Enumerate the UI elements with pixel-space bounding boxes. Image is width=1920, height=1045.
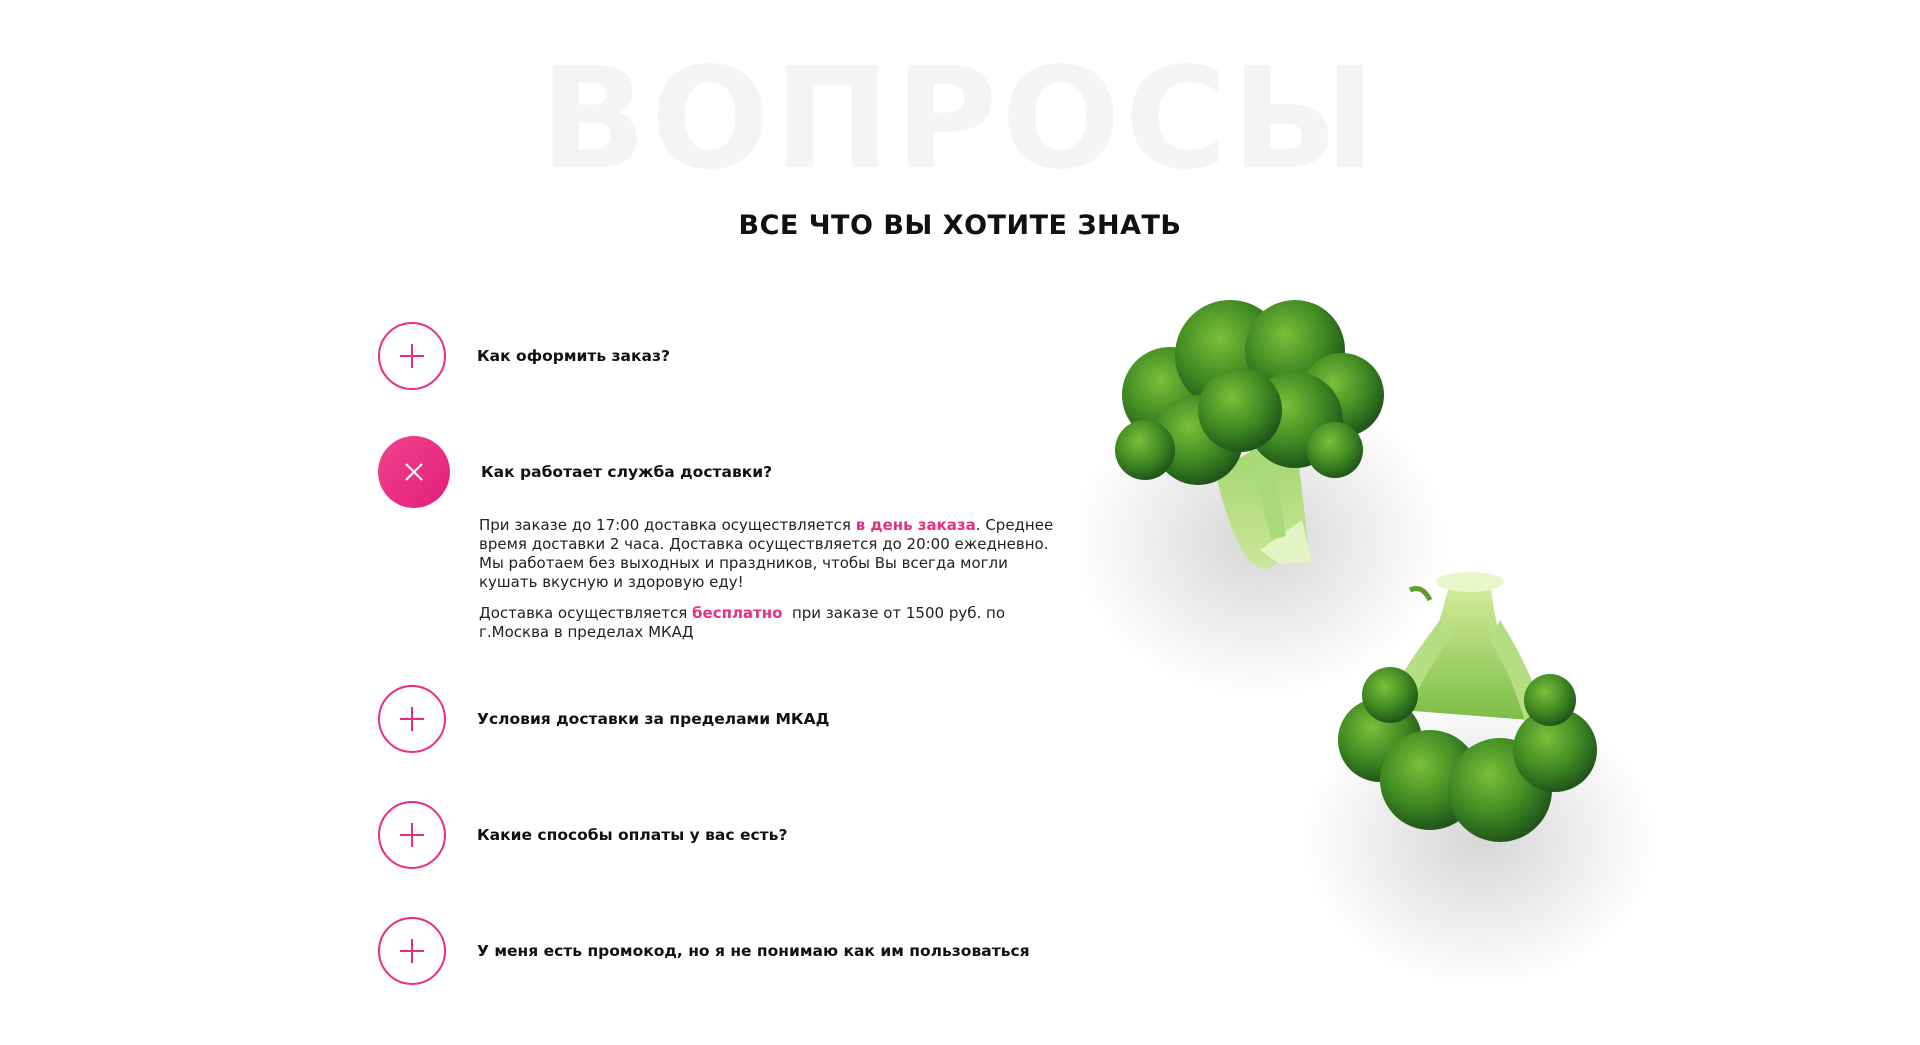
faq-question-row[interactable]: Как работает служба доставки?: [378, 436, 1058, 508]
faq-item-delivery: Как работает служба доставки? При заказе…: [378, 436, 1058, 654]
expand-toggle-button[interactable]: [378, 801, 446, 869]
faq-question: Какие способы оплаты у вас есть?: [477, 826, 788, 844]
faq-question-row[interactable]: У меня есть промокод, но я не понимаю ка…: [378, 915, 1058, 987]
expand-toggle-button[interactable]: [378, 322, 446, 390]
faq-answer: При заказе до 17:00 доставка осуществляе…: [479, 516, 1054, 642]
faq-question-row[interactable]: Какие способы оплаты у вас есть?: [378, 799, 1058, 871]
answer-text: При заказе до 17:00 доставка осуществляе…: [479, 516, 856, 534]
expand-toggle-button[interactable]: [378, 917, 446, 985]
answer-paragraph: Доставка осуществляется бесплатно при за…: [479, 604, 1054, 642]
faq-item-order: Как оформить заказ?: [378, 320, 1058, 392]
close-icon: [405, 463, 423, 481]
answer-text: Доставка осуществляется: [479, 604, 693, 622]
answer-highlight: бесплатно: [692, 604, 783, 622]
faq-question: Как оформить заказ?: [477, 347, 670, 365]
collapse-toggle-button[interactable]: [378, 436, 450, 508]
plus-icon: [400, 344, 424, 368]
answer-paragraph: При заказе до 17:00 доставка осуществляе…: [479, 516, 1054, 592]
faq-item-payment: Какие способы оплаты у вас есть?: [378, 799, 1058, 871]
plus-icon: [400, 707, 424, 731]
plus-icon: [400, 823, 424, 847]
section-subtitle: ВСЕ ЧТО ВЫ ХОТИТЕ ЗНАТЬ: [738, 210, 1182, 241]
answer-highlight: в день заказа: [855, 516, 976, 534]
expand-toggle-button[interactable]: [378, 685, 446, 753]
faq-question: Как работает служба доставки?: [481, 463, 773, 481]
section-background-title: ВОПРОСЫ: [539, 38, 1381, 201]
faq-question-row[interactable]: Условия доставки за пределами МКАД: [378, 683, 1058, 755]
faq-item-outside-mkad: Условия доставки за пределами МКАД: [378, 683, 1058, 755]
broccoli-illustration: [1070, 300, 1680, 1020]
broccoli-image: [1070, 300, 1660, 990]
faq-question-row[interactable]: Как оформить заказ?: [378, 320, 1058, 392]
faq-question: Условия доставки за пределами МКАД: [477, 710, 830, 728]
faq-question: У меня есть промокод, но я не понимаю ка…: [477, 942, 1030, 960]
faq-item-promocode: У меня есть промокод, но я не понимаю ка…: [378, 915, 1058, 987]
plus-icon: [400, 939, 424, 963]
